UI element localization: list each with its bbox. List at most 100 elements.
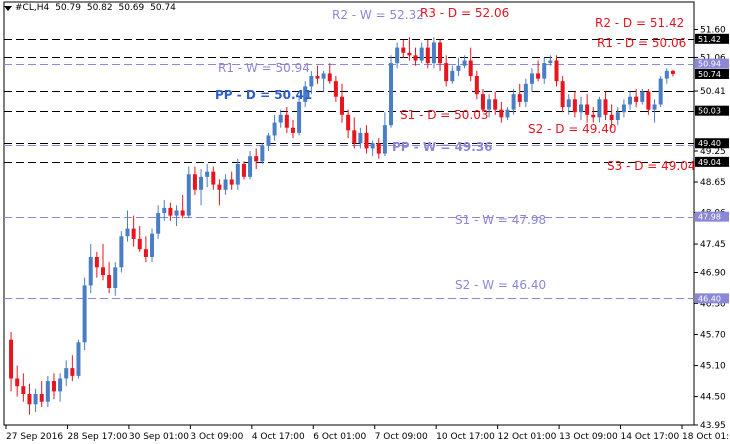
x-tick-label-6: 7 Oct 09:00	[375, 432, 428, 442]
price-tag-3: 50.03	[698, 107, 721, 116]
candle-body	[517, 94, 522, 102]
candle-body	[364, 132, 369, 149]
candle-body	[278, 114, 283, 123]
candle-body	[248, 156, 253, 177]
price-tag-4: 49.40	[698, 139, 721, 148]
price-tag-0: 51.42	[698, 35, 721, 44]
candle-body	[523, 83, 528, 102]
candle-body	[407, 52, 412, 56]
candle-body	[192, 174, 197, 190]
price-chart[interactable]: 51.6051.0650.4149.2548.6548.0647.4546.90…	[0, 0, 730, 444]
x-tick-label-3: 3 Oct 09:00	[190, 432, 243, 442]
candle-body	[609, 114, 614, 120]
candle-body	[431, 42, 436, 64]
level-label-7: S2 - D = 49.40	[528, 122, 617, 136]
plot-frame	[3, 1, 695, 426]
level-label-8: PP - W = 49.36	[392, 140, 493, 154]
x-tick-label-2: 30 Sep 01:00	[129, 432, 189, 442]
level-label-10: S1 - W = 47.98	[455, 213, 546, 227]
candle-body	[272, 122, 277, 136]
candle-body	[9, 339, 14, 379]
candle-body	[131, 228, 136, 239]
candle-body	[58, 378, 63, 392]
candle-body	[646, 91, 651, 110]
candle-body	[621, 104, 626, 113]
candle-body	[591, 114, 596, 118]
pivot-levels	[4, 39, 694, 299]
candle-body	[113, 267, 118, 288]
grid-layer	[3, 1, 695, 426]
candle-body	[156, 213, 161, 234]
candle-body	[566, 99, 571, 108]
candle-body	[425, 47, 430, 64]
candle-body	[168, 207, 173, 216]
candle-body	[321, 73, 326, 79]
open-value: 50.79	[55, 3, 81, 13]
candle-body	[217, 184, 222, 190]
candle-body	[554, 60, 559, 82]
y-tick-label-11: 44.50	[700, 393, 726, 403]
candle-body	[100, 267, 105, 276]
candles	[9, 37, 675, 415]
dropdown-triangle-icon[interactable]	[4, 5, 12, 11]
candle-body	[382, 125, 387, 154]
candle-body	[536, 73, 541, 79]
candle-body	[652, 104, 657, 110]
candle-body	[548, 60, 553, 64]
candle-body	[33, 393, 38, 405]
candle-body	[260, 145, 265, 162]
candle-body	[389, 63, 394, 126]
candle-body	[346, 114, 351, 131]
price-tag-2: 50.74	[698, 70, 721, 79]
level-label-9: S3 - D = 49.04	[607, 159, 696, 173]
candle-body	[413, 55, 418, 61]
candle-body	[199, 176, 204, 190]
candle-body	[125, 228, 130, 237]
candle-body	[340, 96, 344, 115]
candle-body	[670, 70, 675, 74]
candle-body	[628, 96, 633, 105]
y-tick-label-4: 48.65	[700, 178, 726, 188]
candle-body	[64, 368, 69, 379]
x-tick-label-4: 4 Oct 17:00	[252, 432, 305, 442]
candle-body	[290, 127, 295, 133]
candle-body	[315, 76, 320, 79]
candle-body	[493, 99, 498, 110]
candle-body	[597, 99, 602, 118]
level-label-6: S1 - D = 50.03	[400, 108, 489, 122]
candle-body	[474, 76, 479, 95]
candle-body	[21, 386, 26, 394]
x-tick-label-11: 18 Oct 01:00	[682, 432, 730, 442]
candle-body	[529, 73, 534, 84]
candle-body	[419, 47, 424, 61]
candle-body	[505, 109, 510, 118]
candle-body	[370, 143, 375, 149]
x-tick-label-1: 28 Sep 17:00	[67, 432, 127, 442]
candle-body	[438, 42, 443, 64]
candle-body	[180, 210, 185, 216]
axes: 51.6051.0650.4149.2548.6548.0647.4546.90…	[5, 26, 730, 442]
candle-body	[143, 249, 148, 257]
candle-body	[150, 233, 155, 257]
price-tag-1: 50.94	[698, 60, 721, 69]
level-label-5: PP - D = 50.41	[215, 88, 312, 102]
candle-body	[39, 393, 44, 402]
x-tick-label-5: 6 Oct 01:00	[313, 432, 366, 442]
candle-body	[51, 381, 56, 392]
level-label-0: R2 - W = 52.32	[332, 8, 424, 22]
candle-body	[241, 163, 246, 177]
candle-body	[235, 163, 240, 185]
candle-body	[450, 70, 455, 82]
candle-body	[468, 60, 473, 77]
candle-body	[254, 156, 259, 162]
candle-body	[205, 171, 210, 177]
candle-body	[572, 99, 577, 113]
candle-body	[376, 143, 381, 154]
candle-body	[358, 132, 363, 144]
y-tick-label-7: 46.90	[700, 268, 726, 278]
level-labels: R2 - W = 52.32R3 - D = 52.06 R2 - D = 51.…	[215, 6, 696, 292]
candle-body	[401, 47, 406, 53]
candle-body	[615, 112, 620, 120]
level-label-2: R2 - D = 51.42	[595, 16, 684, 30]
candle-body	[27, 393, 32, 405]
